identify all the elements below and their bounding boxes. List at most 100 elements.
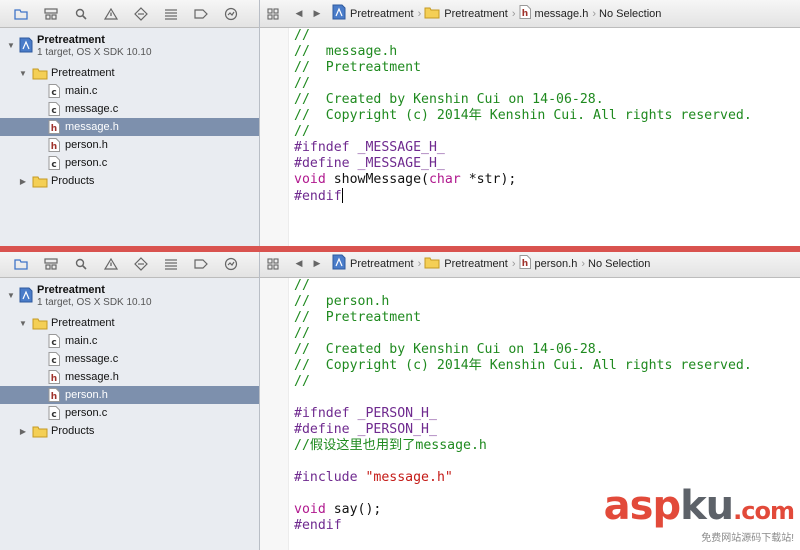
code-line[interactable]: //假设这里也用到了message.h [294, 438, 752, 454]
code-line[interactable]: #define _PERSON_H_ [294, 422, 752, 438]
folder-icon [32, 425, 48, 441]
group-row[interactable]: ▼ Pretreatment [0, 64, 259, 82]
search-icon[interactable] [70, 3, 92, 25]
back-arrow-icon[interactable]: ◀ [290, 258, 308, 269]
code-line[interactable]: #ifndef _MESSAGE_H_ [294, 140, 752, 156]
code-line[interactable]: // [294, 28, 752, 44]
code-line[interactable]: // person.h [294, 294, 752, 310]
header-file-icon: h [519, 5, 531, 22]
jump-group[interactable]: Pretreatment [424, 256, 508, 272]
code-line[interactable]: // message.h [294, 44, 752, 60]
code-text[interactable]: //// message.h// Pretreatment//// Create… [294, 28, 752, 204]
project-root-row[interactable]: ▼ Pretreatment 1 target, OS X SDK 10.10 [0, 282, 259, 314]
code-line[interactable]: #define _MESSAGE_H_ [294, 156, 752, 172]
warning-icon[interactable] [100, 3, 122, 25]
file-row[interactable]: c person.c [0, 154, 259, 172]
jump-project[interactable]: Pretreatment [332, 4, 414, 23]
file-row[interactable]: h person.h [0, 136, 259, 154]
products-group-row[interactable]: ▶ Products [0, 422, 259, 440]
code-line[interactable]: #ifndef _PERSON_H_ [294, 406, 752, 422]
code-line[interactable]: // [294, 326, 752, 342]
code-line[interactable]: // [294, 278, 752, 294]
related-items-icon[interactable] [260, 7, 286, 20]
diamond-icon[interactable] [130, 253, 152, 275]
code-line[interactable]: // Created by Kenshin Cui on 14-06-28. [294, 342, 752, 358]
code-line[interactable] [294, 454, 752, 470]
diamond-icon[interactable] [130, 3, 152, 25]
folder-icon[interactable] [10, 3, 32, 25]
file-row[interactable]: h person.h [0, 386, 259, 404]
disclosure-expanded-icon[interactable]: ▼ [6, 40, 16, 50]
tag-icon[interactable] [190, 253, 212, 275]
group-label: Pretreatment [51, 317, 115, 329]
disclosure-collapsed-icon[interactable]: ▶ [18, 426, 28, 436]
log-icon[interactable] [220, 253, 242, 275]
breadcrumb-separator-icon: › [581, 257, 586, 270]
file-row[interactable]: c person.c [0, 404, 259, 422]
code-line[interactable]: // Pretreatment [294, 60, 752, 76]
folder-icon[interactable] [10, 253, 32, 275]
list-icon[interactable] [160, 3, 182, 25]
disclosure-collapsed-icon[interactable]: ▶ [18, 176, 28, 186]
code-line[interactable]: // Copyright (c) 2014年 Kenshin Cui. All … [294, 108, 752, 124]
jump-bar: ◀ ▶ Pretreatment › Pretreatment › h person.h › No… [260, 250, 800, 278]
svg-text:c: c [51, 338, 56, 348]
tag-icon[interactable] [190, 3, 212, 25]
file-row[interactable]: c main.c [0, 332, 259, 350]
file-tree: ▼ Pretreatment 1 target, OS X SDK 10.10 ▼ Pr… [0, 278, 259, 440]
file-name: person.h [65, 139, 108, 151]
navigator-toolbar [0, 250, 259, 278]
products-group-row[interactable]: ▶ Products [0, 172, 259, 190]
forward-arrow-icon[interactable]: ▶ [308, 258, 326, 269]
products-label: Products [51, 175, 95, 187]
source-file-icon: h [48, 138, 60, 155]
source-file-icon: c [48, 334, 60, 351]
file-name: message.c [65, 103, 119, 115]
code-line[interactable]: void showMessage(char *str); [294, 172, 752, 188]
line-gutter [260, 28, 289, 250]
list-icon[interactable] [160, 253, 182, 275]
file-row[interactable]: h message.h [0, 118, 259, 136]
svg-text:c: c [51, 160, 56, 170]
disclosure-expanded-icon[interactable]: ▼ [6, 290, 16, 300]
project-name: Pretreatment [37, 284, 105, 296]
svg-text:c: c [51, 410, 56, 420]
code-line[interactable]: // [294, 76, 752, 92]
file-name: message.c [65, 353, 119, 365]
folder-icon [424, 6, 440, 22]
jump-file[interactable]: h person.h [519, 255, 577, 272]
navigator-toolbar [0, 0, 259, 28]
source-editor[interactable]: //// message.h// Pretreatment//// Create… [260, 28, 800, 250]
warning-icon[interactable] [100, 253, 122, 275]
jump-file[interactable]: h message.h [519, 5, 588, 22]
disclosure-expanded-icon[interactable]: ▼ [18, 318, 28, 328]
jump-project[interactable]: Pretreatment [332, 254, 414, 273]
code-line[interactable]: #endif [294, 188, 752, 204]
hierarchy-icon[interactable] [40, 253, 62, 275]
search-icon[interactable] [70, 253, 92, 275]
code-line[interactable]: // [294, 374, 752, 390]
project-root-row[interactable]: ▼ Pretreatment 1 target, OS X SDK 10.10 [0, 32, 259, 64]
hierarchy-icon[interactable] [40, 3, 62, 25]
file-row[interactable]: h message.h [0, 368, 259, 386]
file-row[interactable]: c main.c [0, 82, 259, 100]
file-row[interactable]: c message.c [0, 100, 259, 118]
code-line[interactable] [294, 390, 752, 406]
group-label: Pretreatment [51, 67, 115, 79]
jump-group[interactable]: Pretreatment [424, 6, 508, 22]
code-line[interactable]: // [294, 124, 752, 140]
related-items-icon[interactable] [260, 257, 286, 270]
group-row[interactable]: ▼ Pretreatment [0, 314, 259, 332]
forward-arrow-icon[interactable]: ▶ [308, 8, 326, 19]
breadcrumb-separator-icon: › [417, 257, 422, 270]
watermark-tagline: 免费网站源码下载站! [701, 533, 794, 544]
back-arrow-icon[interactable]: ◀ [290, 8, 308, 19]
disclosure-expanded-icon[interactable]: ▼ [18, 68, 28, 78]
file-row[interactable]: c message.c [0, 350, 259, 368]
code-line[interactable]: // Copyright (c) 2014年 Kenshin Cui. All … [294, 358, 752, 374]
code-line[interactable]: // Pretreatment [294, 310, 752, 326]
jump-symbol[interactable]: No Selection [588, 258, 650, 270]
log-icon[interactable] [220, 3, 242, 25]
code-line[interactable]: // Created by Kenshin Cui on 14-06-28. [294, 92, 752, 108]
jump-symbol[interactable]: No Selection [599, 8, 661, 20]
